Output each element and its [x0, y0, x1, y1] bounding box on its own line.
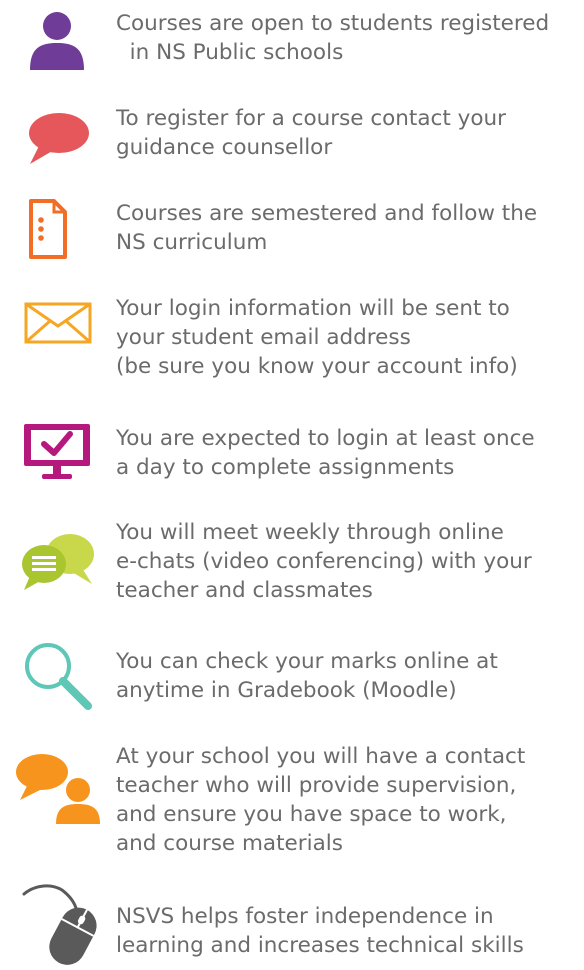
item-text: At your school you will have a contact t…	[116, 744, 526, 856]
monitor-check-icon	[24, 424, 90, 479]
item-text: Courses are open to students registered …	[116, 11, 550, 65]
student-icon	[30, 12, 84, 70]
item-text: To register for a course contact your gu…	[116, 106, 506, 160]
item-text: You can check your marks online at anyti…	[116, 649, 498, 703]
item-text: NSVS helps foster independence in learni…	[116, 904, 524, 958]
contact-teacher-icon	[16, 754, 100, 824]
chat-bubbles-icon	[22, 534, 94, 590]
magnifier-icon	[25, 643, 92, 710]
item-text: You will meet weekly through online e-ch…	[116, 520, 532, 603]
document-icon	[29, 199, 67, 259]
mouse-icon	[22, 884, 97, 965]
item-text: Your login information will be sent to y…	[116, 296, 518, 379]
item-text: You are expected to login at least once …	[116, 426, 535, 480]
item-text: Courses are semestered and follow the NS…	[116, 201, 538, 255]
envelope-icon	[24, 302, 92, 344]
speech-bubble-icon	[29, 113, 89, 164]
